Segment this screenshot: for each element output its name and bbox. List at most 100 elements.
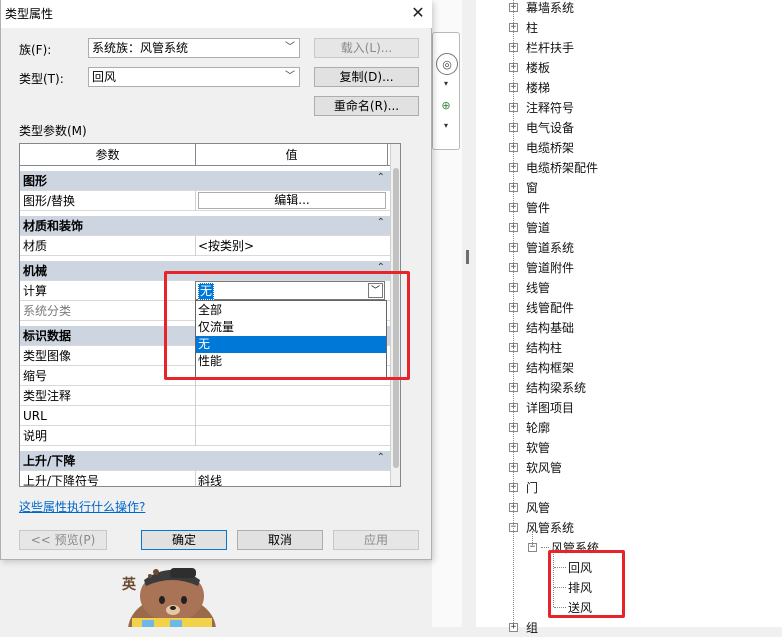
- tree-item-label: 窗: [526, 180, 539, 195]
- collapse-icon[interactable]: ⌃: [377, 452, 385, 463]
- group-rise-drop[interactable]: 上升/下降 ⌃: [20, 451, 390, 471]
- tree-item[interactable]: + 楼梯: [509, 77, 550, 97]
- tree-item-label: 电缆桥架: [526, 140, 575, 155]
- type-parameters-label: 类型参数(M): [19, 124, 87, 138]
- tree-item-label: 软风管: [526, 460, 563, 475]
- tree-item-label: 管道系统: [526, 240, 575, 255]
- apply-button[interactable]: 应用: [333, 530, 419, 550]
- help-link[interactable]: 这些属性执行什么操作?: [19, 498, 145, 515]
- family-select[interactable]: 系统族：风管系统 ﹀: [88, 38, 300, 58]
- tree-item[interactable]: + 电缆桥架: [509, 137, 574, 157]
- tree-item[interactable]: + 注释符号: [509, 97, 574, 117]
- column-header-parameter[interactable]: 参数: [20, 144, 196, 166]
- tree-item[interactable]: + 幕墙系统: [509, 0, 574, 17]
- tree-item-label: 栏杆扶手: [526, 40, 575, 55]
- rename-button[interactable]: 重命名(R)...: [314, 96, 419, 116]
- tree-item[interactable]: − 风管系统: [509, 517, 574, 537]
- mascot-text: 英: [121, 576, 137, 593]
- dialog-titlebar[interactable]: 类型属性 ✕: [1, 0, 432, 28]
- param-row-type-comments: 类型注释: [20, 386, 390, 406]
- tree-item[interactable]: + 软风管: [509, 457, 562, 477]
- dialog-title: 类型属性: [5, 7, 54, 21]
- tree-item-label: 电气设备: [526, 120, 575, 135]
- tree-item[interactable]: + 电气设备: [509, 117, 574, 137]
- close-icon[interactable]: ✕: [405, 2, 431, 24]
- tree-item[interactable]: + 管道: [509, 217, 550, 237]
- steering-wheel-icon[interactable]: ◎: [436, 53, 458, 75]
- tree-item-label: 注释符号: [526, 100, 575, 115]
- cancel-button[interactable]: 取消: [237, 530, 323, 550]
- navigation-bar: ◎ ▾ ⊕ ▾: [432, 32, 460, 150]
- param-value[interactable]: <按类别>: [198, 236, 254, 256]
- duplicate-button[interactable]: 复制(D)...: [314, 67, 419, 87]
- edit-button[interactable]: 编辑...: [198, 192, 386, 209]
- preview-button[interactable]: << 预览(P): [19, 530, 107, 550]
- tree-item-label: 线管配件: [526, 300, 575, 315]
- tree-item[interactable]: + 管道附件: [509, 257, 574, 277]
- param-name: 系统分类: [23, 304, 72, 318]
- tree-item[interactable]: + 电缆桥架配件: [509, 157, 598, 177]
- param-row-description: 说明: [20, 426, 390, 446]
- tree-item-label: 风管: [526, 500, 551, 515]
- group-materials[interactable]: 材质和装饰 ⌃: [20, 216, 390, 236]
- group-label: 上升/下降: [23, 454, 76, 468]
- chevron-down-icon: ﹀: [285, 42, 295, 53]
- ok-button[interactable]: 确定: [141, 530, 227, 550]
- expand-icon[interactable]: +: [509, 622, 518, 632]
- tree-item-label: 线管: [526, 280, 551, 295]
- param-name: 图形/替换: [23, 194, 76, 208]
- tree-item[interactable]: + 软管: [509, 437, 550, 457]
- param-value[interactable]: 斜线: [198, 471, 222, 486]
- param-name: 类型图像: [23, 349, 72, 363]
- tree-item[interactable]: + 楼板: [509, 57, 550, 77]
- tree-item[interactable]: + 线管: [509, 277, 550, 297]
- family-label: 族(F):: [19, 43, 52, 57]
- group-graphics[interactable]: 图形 ⌃: [20, 171, 390, 191]
- type-label: 类型(T):: [19, 72, 64, 86]
- tree-item-label: 电缆桥架配件: [526, 160, 599, 175]
- column-header-value[interactable]: 值: [196, 144, 388, 166]
- tree-item-label: 组: [526, 620, 539, 635]
- tree-item[interactable]: + 结构柱: [509, 337, 562, 357]
- param-row-rise-drop-symbol: 上升/下降符号 斜线: [20, 471, 390, 487]
- project-browser: + 幕墙系统 + 柱 + 栏杆扶手 + 楼板 + 楼梯 + 注释符号 + 电气设备 + 电缆桥架 + 电缆桥架配件…: [476, 0, 782, 635]
- tree-item[interactable]: + 结构基础: [509, 317, 574, 337]
- tree-item[interactable]: + 结构梁系统: [509, 377, 586, 397]
- chevron-down-icon[interactable]: ▾: [441, 121, 451, 131]
- tree-item-label: 管道: [526, 220, 551, 235]
- param-name: 上升/下降符号: [23, 474, 100, 487]
- tree-item-label: 管件: [526, 200, 551, 215]
- collapse-icon[interactable]: ⌃: [377, 172, 385, 183]
- load-button[interactable]: 载入(L)...: [314, 38, 419, 58]
- param-name: 说明: [23, 429, 48, 443]
- param-name: URL: [23, 409, 47, 423]
- tree-item[interactable]: + 详图项目: [509, 397, 574, 417]
- tree-item-label: 管道附件: [526, 260, 575, 275]
- tree-item[interactable]: + 栏杆扶手: [509, 37, 574, 57]
- chevron-down-icon[interactable]: ▾: [441, 79, 451, 89]
- chevron-down-icon: ﹀: [285, 71, 295, 82]
- panel-splitter-handle[interactable]: [466, 250, 469, 264]
- tree-item-label: 轮廓: [526, 420, 551, 435]
- tree-item-label: 风管系统: [526, 520, 575, 535]
- tree-item[interactable]: + 管件: [509, 197, 550, 217]
- group-label: 材质和装饰: [23, 219, 84, 233]
- param-name: 计算: [23, 284, 48, 298]
- tree-item[interactable]: + 轮廓: [509, 417, 550, 437]
- highlight-box-duct-types: [548, 550, 625, 618]
- zoom-icon[interactable]: ⊕: [437, 97, 455, 113]
- family-value: 系统族：风管系统: [92, 41, 189, 55]
- tree-item[interactable]: + 线管配件: [509, 297, 574, 317]
- tree-item[interactable]: + 结构框架: [509, 357, 574, 377]
- collapse-icon[interactable]: ⌃: [377, 217, 385, 228]
- param-row-material: 材质 <按类别>: [20, 236, 390, 256]
- highlight-box-calculation: [164, 271, 410, 380]
- tree-item[interactable]: + 管道系统: [509, 237, 574, 257]
- param-name: 材质: [23, 239, 48, 253]
- group-label: 机械: [23, 264, 48, 278]
- tree-item-label: 软管: [526, 440, 551, 455]
- tree-item-label: 结构柱: [526, 340, 563, 355]
- tree-item-label: 结构梁系统: [526, 380, 587, 395]
- type-select[interactable]: 回风 ﹀: [88, 67, 300, 87]
- tree-item[interactable]: + 风管: [509, 497, 550, 517]
